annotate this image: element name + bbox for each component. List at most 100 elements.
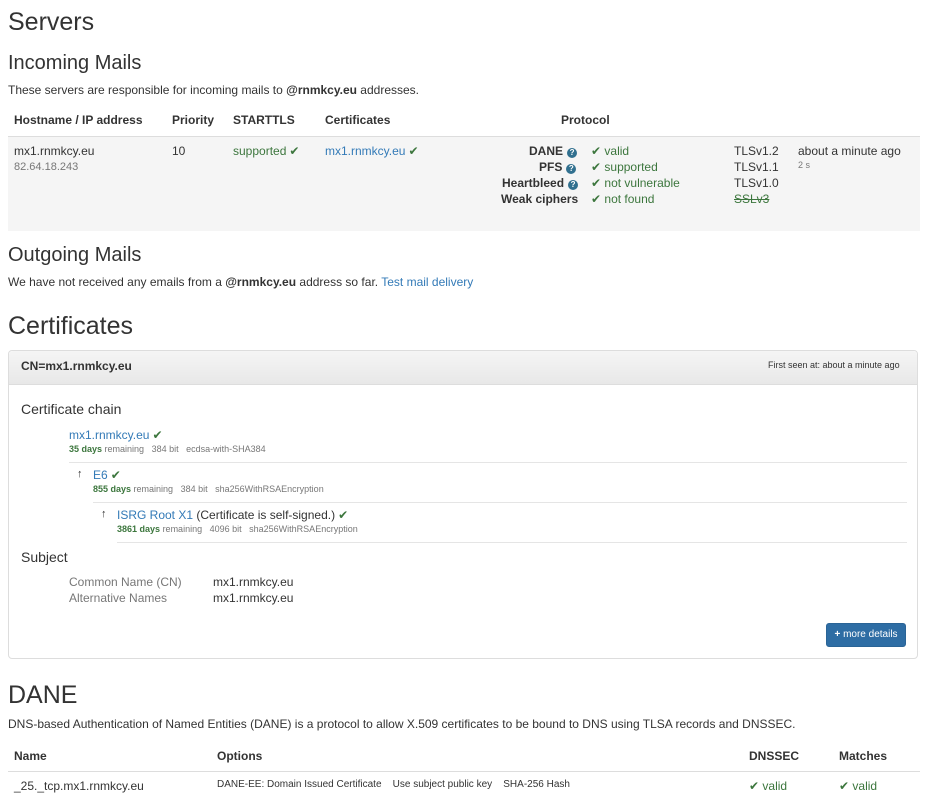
outgoing-desc-prefix: We have not received any emails from a	[8, 275, 226, 289]
chain-cert-meta: 35 days remaining 384 bit ecdsa-with-SHA…	[69, 444, 266, 454]
chain-cert-link[interactable]: E6	[93, 468, 108, 482]
col-protocol-header: Protocol	[561, 113, 610, 127]
certificate-chain-heading: Certificate chain	[21, 401, 122, 417]
incoming-desc-prefix: These servers are responsible for incomi…	[8, 83, 287, 97]
dane-matches-status: ✔ valid	[839, 779, 877, 793]
starttls-status: supported ✔	[233, 144, 299, 158]
check-icon: ✔	[289, 144, 300, 158]
key-size: 384 bit	[151, 444, 179, 454]
starttls-status-label: supported	[233, 144, 287, 158]
tls-version-disabled: SSLv3	[734, 192, 770, 206]
server-hostname: mx1.rnmkcy.eu	[14, 144, 95, 158]
tls-version: TLSv1.0	[734, 176, 779, 190]
incoming-mails-heading: Incoming Mails	[8, 52, 142, 74]
check-icon: ✔	[591, 176, 602, 190]
incoming-description: These servers are responsible for incomi…	[8, 83, 419, 97]
help-icon[interactable]: ?	[568, 180, 579, 190]
dane-option: SHA-256 Hash	[503, 779, 570, 790]
dane-heading: DANE	[8, 681, 78, 709]
check-icon: ✔	[338, 508, 349, 522]
signature-algorithm: sha256WithRSAEncryption	[249, 524, 358, 534]
server-ip: 82.64.18.243	[14, 161, 79, 173]
chain-cert-meta: 3861 days remaining 4096 bit sha256WithR…	[117, 524, 358, 534]
dane-value-text: valid	[604, 144, 630, 158]
outgoing-description: We have not received any emails from a @…	[8, 275, 473, 289]
dane-col-name-header: Name	[14, 749, 47, 763]
key-size: 4096 bit	[209, 524, 242, 534]
certificate-panel	[8, 350, 918, 659]
self-signed-note: (Certificate is self-signed.)	[196, 508, 336, 522]
days-remaining: 35 days	[69, 444, 103, 454]
weak-ciphers-value-text: not found	[604, 192, 655, 206]
tls-version: TLSv1.2	[734, 144, 779, 158]
incoming-desc-suffix: addresses.	[356, 83, 420, 97]
help-icon[interactable]: ?	[566, 164, 577, 174]
check-icon: ✔	[591, 144, 602, 158]
dane-dnssec-label: valid	[762, 779, 788, 793]
chain-cert-link[interactable]: ISRG Root X1	[117, 508, 193, 522]
check-icon: ✔	[591, 192, 602, 206]
dane-matches-label: valid	[852, 779, 878, 793]
dane-record-name: _25._tcp.mx1.rnmkcy.eu	[14, 779, 144, 793]
server-certificate-link[interactable]: mx1.rnmkcy.eu	[325, 144, 405, 158]
check-icon: ✔	[839, 779, 850, 793]
chain-cert-leaf: mx1.rnmkcy.eu ✔	[69, 428, 163, 442]
tls-version: TLSv1.1	[734, 160, 779, 174]
col-certificates-header: Certificates	[325, 113, 391, 127]
chain-cert-link[interactable]: mx1.rnmkcy.eu	[69, 428, 149, 442]
subject-heading: Subject	[21, 549, 68, 565]
chain-cert-root: ISRG Root X1 (Certificate is self-signed…	[117, 508, 348, 522]
subject-value: mx1.rnmkcy.eu	[213, 591, 294, 605]
remaining-label: remaining	[104, 444, 145, 454]
days-remaining: 3861 days	[117, 524, 161, 534]
pfs-check-value: ✔ supported	[591, 160, 658, 174]
chain-divider	[93, 502, 907, 503]
heartbleed-check-label: Heartbleed?	[502, 176, 579, 190]
dane-option: Use subject public key	[392, 779, 493, 790]
weak-ciphers-check-value: ✔ not found	[591, 192, 654, 206]
dane-check-value: ✔ valid	[591, 144, 629, 158]
check-icon: ✔	[749, 779, 760, 793]
outgoing-domain: @rnmkcy.eu	[225, 275, 297, 289]
heartbleed-value-text: not vulnerable	[604, 176, 680, 190]
test-mail-delivery-link[interactable]: Test mail delivery	[381, 275, 473, 289]
dane-col-options-header: Options	[217, 749, 263, 763]
last-check-time: about a minute ago	[798, 144, 901, 158]
outgoing-mails-heading: Outgoing Mails	[8, 244, 142, 266]
first-seen-time: First seen at: about a minute ago	[768, 360, 900, 370]
dane-check-label: DANE?	[529, 144, 578, 158]
more-details-button[interactable]: + more details	[826, 623, 906, 647]
signature-algorithm: ecdsa-with-SHA384	[186, 444, 266, 454]
check-icon: ✔	[591, 160, 602, 174]
check-icon: ✔	[408, 144, 419, 158]
dane-label-text: DANE	[529, 144, 564, 158]
chain-cert-meta: 855 days remaining 384 bit sha256WithRSA…	[93, 484, 324, 494]
dane-dnssec-status: ✔ valid	[749, 779, 787, 793]
heartbleed-label-text: Heartbleed	[502, 176, 565, 190]
signature-algorithm: sha256WithRSAEncryption	[215, 484, 324, 494]
page-title: Servers	[8, 8, 95, 36]
check-duration: 2 s	[798, 160, 811, 170]
dane-description: DNS-based Authentication of Named Entiti…	[8, 717, 796, 731]
check-icon: ✔	[110, 468, 121, 482]
heartbleed-check-value: ✔ not vulnerable	[591, 176, 680, 190]
pfs-value-text: supported	[604, 160, 658, 174]
weak-ciphers-check-label: Weak ciphers	[501, 192, 579, 206]
server-priority: 10	[172, 144, 186, 158]
col-priority-header: Priority	[172, 113, 215, 127]
col-starttls-header: STARTTLS	[233, 113, 295, 127]
subject-key: Alternative Names	[69, 591, 168, 605]
certificate-cn: CN=mx1.rnmkcy.eu	[21, 359, 132, 373]
subject-value: mx1.rnmkcy.eu	[213, 575, 294, 589]
check-icon: ✔	[152, 428, 163, 442]
remaining-label: remaining	[162, 524, 203, 534]
remaining-label: remaining	[133, 484, 174, 494]
chain-divider	[117, 542, 907, 543]
days-remaining: 855 days	[93, 484, 132, 494]
subject-key: Common Name (CN)	[69, 575, 182, 589]
help-icon[interactable]: ?	[567, 148, 578, 158]
server-row	[8, 136, 920, 231]
dane-col-matches-header: Matches	[839, 749, 888, 763]
plus-icon: +	[834, 629, 841, 640]
dane-record-options: DANE-EE: Domain Issued Certificate Use s…	[217, 779, 570, 790]
